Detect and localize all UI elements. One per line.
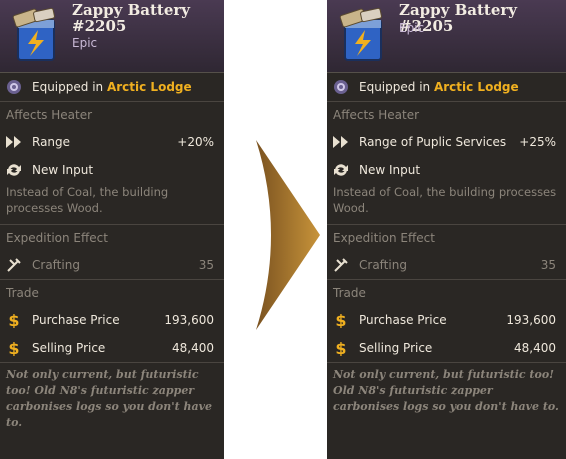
dollar-icon: $ <box>8 312 19 328</box>
stat-input-label: New Input <box>359 163 421 177</box>
stat-range-label: Range <box>32 135 71 149</box>
battery-icon <box>12 7 55 61</box>
dollar-icon: $ <box>8 340 19 356</box>
equipped-label: Equipped in Arctic Lodge <box>32 80 192 94</box>
stat-range-row: Range +20% <box>0 128 224 156</box>
item-rarity: Epic <box>72 36 98 50</box>
item-tooltip-after: Zappy Battery #2205 Epic Equipped in Arc… <box>327 0 566 459</box>
dollar-icon: $ <box>335 340 346 356</box>
equipped-location: Arctic Lodge <box>433 80 519 94</box>
double-chevron-icon <box>6 136 21 148</box>
crafting-row: Crafting 35 <box>327 251 566 279</box>
stat-range-row: Range of Puplic Services +25% <box>327 128 566 156</box>
item-name: Zappy Battery #2205 <box>72 1 191 35</box>
equipped-row: Equipped in Arctic Lodge <box>327 73 566 102</box>
double-chevron-icon <box>333 136 348 148</box>
purchase-value: 193,600 <box>506 313 556 327</box>
equipped-location: Arctic Lodge <box>106 80 192 94</box>
svg-text:$: $ <box>335 312 346 328</box>
battery-icon <box>339 7 382 61</box>
selling-value: 48,400 <box>514 341 556 355</box>
selling-row: $ Selling Price 48,400 <box>0 334 224 362</box>
arrow-right-icon <box>256 140 320 330</box>
stat-input-row: New Input <box>327 156 566 184</box>
purchase-row: $ Purchase Price 193,600 <box>327 306 566 334</box>
crafting-value: 35 <box>540 258 556 272</box>
stat-description: Instead of Coal, the building processes … <box>6 185 169 215</box>
crafting-label: Crafting <box>359 258 407 272</box>
trade-title: Trade <box>6 286 39 300</box>
hammer-pick-icon <box>7 258 21 272</box>
equipped-label: Equipped in Arctic Lodge <box>359 80 519 94</box>
affects-title: Affects Heater <box>6 108 93 122</box>
cycle-arrows-icon <box>7 164 21 176</box>
gear-badge-icon <box>334 80 348 94</box>
cycle-arrows-icon <box>334 164 348 176</box>
stat-description: Instead of Coal, the building processes … <box>333 185 557 215</box>
purchase-value: 193,600 <box>164 313 214 327</box>
purchase-label: Purchase Price <box>32 313 120 327</box>
crafting-row: Crafting 35 <box>0 251 224 279</box>
expedition-title: Expedition Effect <box>6 231 108 245</box>
hammer-pick-icon <box>334 258 348 272</box>
crafting-value: 35 <box>198 258 214 272</box>
selling-row: $ Selling Price 48,400 <box>327 334 566 362</box>
tooltip-header: Zappy Battery #2205 Epic <box>0 0 224 73</box>
equipped-row: Equipped in Arctic Lodge <box>0 73 224 102</box>
stat-range-value: +20% <box>177 135 214 149</box>
trade-title: Trade <box>333 286 366 300</box>
svg-text:$: $ <box>8 340 19 356</box>
flavor-text: Not only current, but futuristic too! Ol… <box>6 368 213 429</box>
stat-range-label: Range of Puplic Services <box>359 135 507 149</box>
stat-input-row: New Input <box>0 156 224 184</box>
flavor-text: Not only current, but futuristic too! Ol… <box>333 368 559 413</box>
selling-label: Selling Price <box>359 341 433 355</box>
expedition-title: Expedition Effect <box>333 231 435 245</box>
selling-label: Selling Price <box>32 341 106 355</box>
item-rarity: Epic <box>399 21 425 35</box>
item-tooltip-before: Zappy Battery #2205 Epic Equipped in Arc… <box>0 0 224 459</box>
stat-range-value: +25% <box>519 135 556 149</box>
stat-input-label: New Input <box>32 163 94 177</box>
svg-text:$: $ <box>8 312 19 328</box>
gear-badge-icon <box>7 80 21 94</box>
purchase-row: $ Purchase Price 193,600 <box>0 306 224 334</box>
selling-value: 48,400 <box>172 341 214 355</box>
tooltip-header: Zappy Battery #2205 Epic <box>327 0 566 73</box>
affects-title: Affects Heater <box>333 108 420 122</box>
dollar-icon: $ <box>335 312 346 328</box>
crafting-label: Crafting <box>32 258 80 272</box>
purchase-label: Purchase Price <box>359 313 447 327</box>
svg-text:$: $ <box>335 340 346 356</box>
